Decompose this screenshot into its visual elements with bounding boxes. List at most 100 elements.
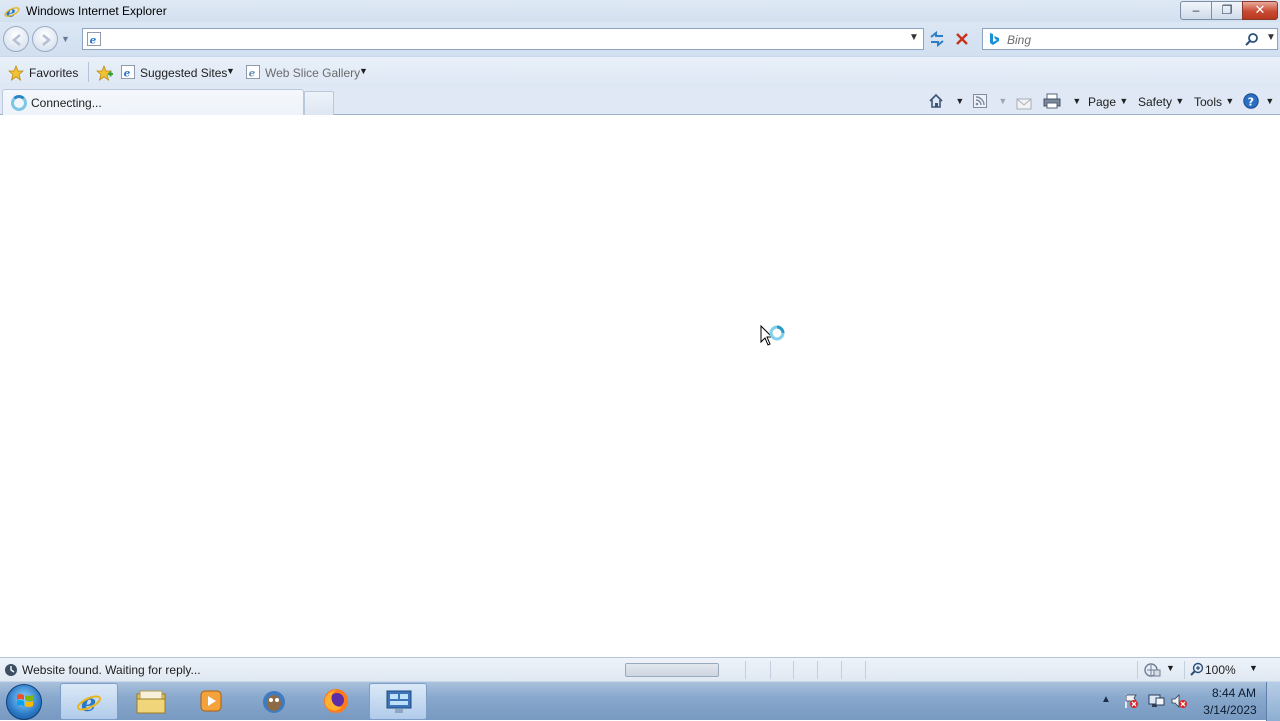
divider: [88, 62, 89, 82]
chevron-down-icon[interactable]: ▼: [998, 96, 1007, 106]
chevron-down-icon[interactable]: ▼: [1072, 96, 1081, 106]
forward-button[interactable]: [32, 26, 58, 52]
address-bar[interactable]: e ▼: [82, 28, 924, 50]
chevron-down-icon[interactable]: ▼: [955, 96, 964, 106]
loading-icon: [5, 664, 17, 676]
home-button[interactable]: ▼: [928, 93, 964, 111]
chevron-down-icon[interactable]: ▼: [1265, 96, 1274, 106]
busy-cursor-icon: [760, 325, 785, 346]
zoom-icon[interactable]: [1190, 662, 1204, 676]
taskbar: e ▲ 8:44 AM 3/14/2023: [0, 681, 1280, 721]
search-box[interactable]: Bing ▼: [982, 28, 1278, 50]
chevron-down-icon[interactable]: ▼: [1249, 663, 1258, 673]
minimize-button[interactable]: –: [1180, 1, 1212, 20]
close-button[interactable]: ✕: [1242, 1, 1278, 20]
tab-active[interactable]: Connecting...: [2, 89, 304, 115]
explorer-icon: [136, 690, 166, 714]
ie-icon: e: [121, 65, 135, 79]
chevron-down-icon[interactable]: ▼: [1166, 663, 1175, 673]
tab-title: Connecting...: [31, 96, 102, 110]
start-button[interactable]: [6, 684, 42, 720]
new-tab-button[interactable]: [304, 91, 334, 115]
page-menu[interactable]: Page ▼: [1088, 93, 1128, 111]
navigation-bar: ▼ e ▼ Bing ▼: [0, 22, 1280, 56]
mail-icon[interactable]: [1016, 96, 1032, 114]
refresh-icon[interactable]: [926, 28, 948, 50]
minimize-icon: –: [1192, 3, 1200, 17]
safety-menu[interactable]: Safety ▼: [1138, 93, 1184, 111]
zoom-level[interactable]: 100%: [1205, 663, 1236, 677]
status-bar: Website found. Waiting for reply... ▼ 10…: [0, 657, 1280, 681]
search-icon[interactable]: [1245, 32, 1259, 46]
chevron-down-icon[interactable]: ▼: [226, 66, 235, 76]
suggested-sites-label: Suggested Sites: [140, 66, 228, 80]
ie-icon: e: [87, 32, 101, 46]
loading-icon: [11, 95, 27, 111]
add-favorite-icon[interactable]: [96, 65, 114, 81]
search-placeholder: Bing: [1007, 33, 1032, 47]
divider: [841, 661, 842, 679]
chevron-down-icon: ▼: [1119, 96, 1129, 106]
clock-date[interactable]: 3/14/2023: [1200, 703, 1260, 717]
svg-text:e: e: [90, 34, 97, 46]
divider: [865, 661, 866, 679]
taskbar-windows-explorer[interactable]: [122, 683, 180, 720]
taskbar-internet-explorer[interactable]: e: [60, 683, 118, 720]
home-icon: [929, 93, 943, 108]
help-button[interactable]: ? ▼: [1243, 93, 1274, 111]
taskbar-firefox[interactable]: [307, 683, 365, 720]
divider: [1184, 661, 1185, 679]
search-options-dropdown[interactable]: ▼: [1266, 32, 1276, 43]
taskbar-media-player[interactable]: [182, 683, 240, 720]
stop-icon[interactable]: [951, 28, 973, 50]
svg-text:e: e: [124, 67, 131, 79]
print-icon: [1043, 93, 1061, 109]
forward-icon: [42, 34, 51, 46]
media-player-icon: [200, 690, 222, 712]
chevron-down-icon[interactable]: ▼: [359, 66, 368, 76]
start-orb-icon: [17, 694, 33, 707]
divider: [817, 661, 818, 679]
favorites-bar: Favorites e Suggested Sites ▼ e Web Slic…: [0, 56, 1280, 87]
web-slice-gallery-label: Web Slice Gallery: [265, 66, 361, 80]
back-icon: [12, 34, 21, 46]
network-icon[interactable]: [1147, 693, 1165, 709]
svg-text:?: ?: [1248, 96, 1254, 109]
show-hidden-icons-button[interactable]: ▲: [1101, 694, 1111, 705]
back-button[interactable]: [3, 26, 29, 52]
divider: [745, 661, 746, 679]
ie-icon: e: [4, 3, 20, 19]
show-desktop-button[interactable]: [1266, 682, 1280, 721]
help-icon: ?: [1243, 93, 1259, 109]
chevron-down-icon: ▼: [1225, 96, 1235, 106]
taskbar-remote-desktop[interactable]: [369, 683, 427, 720]
page-menu-label: Page: [1088, 95, 1117, 109]
taskbar-gimp[interactable]: [245, 683, 303, 720]
divider: [770, 661, 771, 679]
tools-menu[interactable]: Tools ▼: [1194, 93, 1234, 111]
star-icon: [8, 65, 24, 81]
zone-icon[interactable]: [1143, 662, 1161, 678]
recent-pages-dropdown[interactable]: ▼: [61, 34, 70, 44]
feeds-icon: [973, 93, 987, 108]
svg-text:e: e: [249, 67, 256, 79]
bing-icon: [990, 33, 999, 45]
clock-time[interactable]: 8:44 AM: [1204, 686, 1264, 700]
safety-menu-label: Safety: [1138, 95, 1173, 109]
print-button[interactable]: ▼: [1043, 93, 1081, 111]
favorites-label: Favorites: [29, 66, 79, 80]
flag-icon[interactable]: [1123, 693, 1139, 709]
tab-row: Connecting... ▼ ▼ ▼ Page ▼ Safety ▼ Tool…: [0, 87, 1280, 115]
volume-icon[interactable]: [1170, 693, 1188, 709]
remote-desktop-icon: [386, 690, 412, 713]
feeds-button[interactable]: ▼: [973, 93, 1007, 111]
divider: [1137, 661, 1138, 679]
tools-menu-label: Tools: [1194, 95, 1223, 109]
address-dropdown[interactable]: ▼: [909, 32, 919, 43]
title-bar: e Windows Internet Explorer – ❐ ✕: [0, 0, 1280, 22]
window-title: Windows Internet Explorer: [26, 4, 167, 18]
page-content[interactable]: [0, 115, 1280, 657]
close-icon: ✕: [1254, 2, 1266, 17]
divider: [793, 661, 794, 679]
restore-button[interactable]: ❐: [1211, 1, 1243, 20]
